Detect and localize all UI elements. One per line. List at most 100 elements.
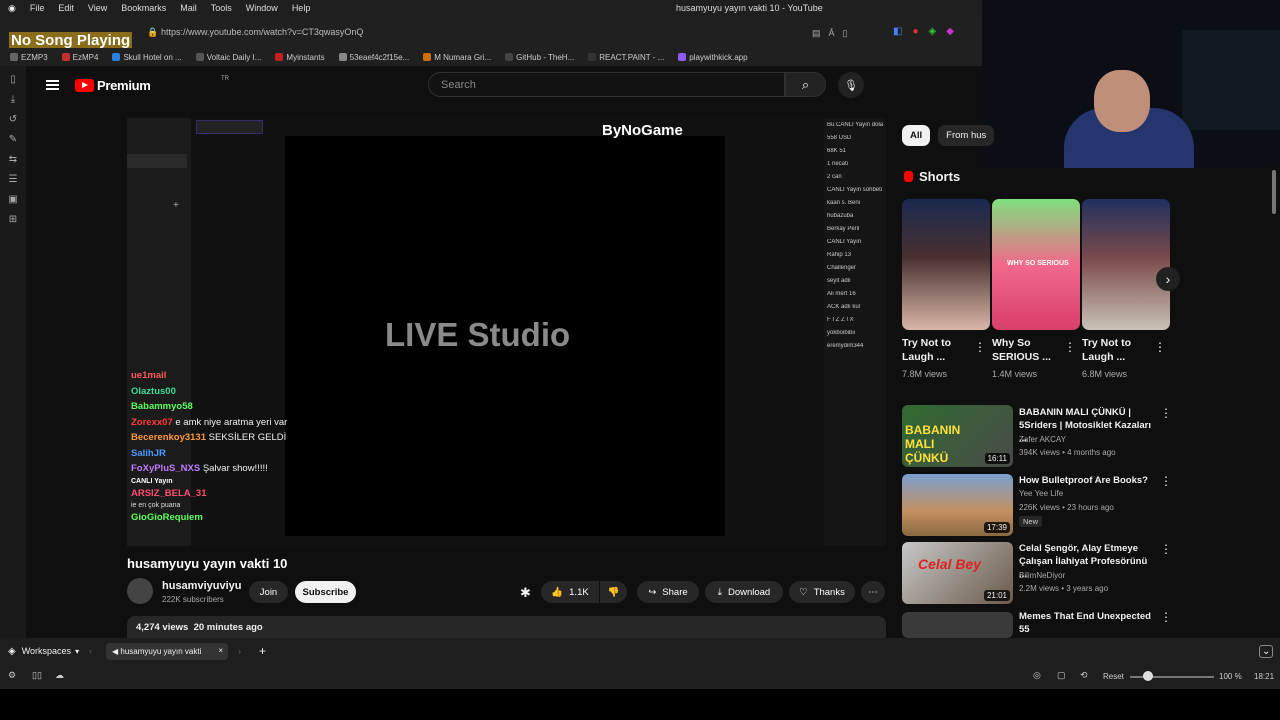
bookmark-panel-icon[interactable]: ▯: [10, 74, 16, 85]
youtube-logo[interactable]: Premium TR: [75, 76, 229, 93]
capture-icon[interactable]: ▣: [8, 194, 17, 205]
menu-hamburger-icon[interactable]: [46, 80, 59, 90]
chip-from-channel[interactable]: From hus: [938, 125, 995, 146]
browser-sidebar: ▯ ⤓ ↺ ✎ ⇆ ☰ ▣ ⊞: [0, 66, 26, 638]
tab-back-icon[interactable]: ‹: [89, 646, 92, 656]
close-tab-icon[interactable]: ×: [218, 646, 223, 655]
chip-all[interactable]: All: [902, 125, 931, 146]
short-title[interactable]: Why So SERIOUS ...: [992, 336, 1072, 364]
history-icon[interactable]: ↺: [9, 114, 17, 125]
short-menu-icon[interactable]: ⋮: [1154, 340, 1166, 354]
menu-window[interactable]: Window: [246, 3, 278, 13]
subscribe-button[interactable]: Subscribe: [295, 581, 356, 603]
extension-icons: ◧ ● ◈ ◆: [893, 26, 954, 37]
reading-list-icon[interactable]: ☰: [9, 174, 18, 185]
url-field[interactable]: https://www.youtube.com/watch?v=CT3qwasy…: [161, 27, 363, 37]
stream-chat-overlay: ue1mail Olaztus00 Babammyo58 Zorexx07 e …: [131, 368, 287, 526]
reader-icon[interactable]: ▤: [812, 28, 821, 39]
page-scrollbar[interactable]: [1268, 166, 1280, 638]
panel-icon[interactable]: ▯▯: [32, 670, 42, 681]
menu-view[interactable]: View: [88, 3, 107, 13]
description-box[interactable]: 4,274 views 20 minutes ago: [127, 616, 886, 638]
bookmark-item[interactable]: GitHub - TheH...: [505, 53, 574, 62]
video-title[interactable]: How Bulletproof Are Books?: [1019, 474, 1154, 487]
search-button[interactable]: ⌕: [785, 72, 826, 97]
video-menu-icon[interactable]: ⋮: [1160, 474, 1172, 488]
short-thumbnail[interactable]: [902, 199, 990, 330]
video-thumbnail[interactable]: BABANIN MALI ÇÜNKÜ 16:11: [902, 405, 1013, 467]
short-thumbnail[interactable]: [1082, 199, 1170, 330]
channel-name[interactable]: Yee Yee Life: [1019, 489, 1063, 498]
bookmark-item[interactable]: M Numara Gri...: [423, 53, 491, 62]
channel-name[interactable]: BilimNeDiyor: [1019, 571, 1065, 580]
page-actions-icon[interactable]: ⟲: [1080, 670, 1088, 681]
zoom-slider-thumb[interactable]: [1143, 671, 1153, 681]
app-menu-icon[interactable]: ◉: [8, 3, 16, 14]
video-thumbnail[interactable]: [902, 612, 1013, 638]
short-menu-icon[interactable]: ⋮: [974, 340, 986, 354]
more-actions-button[interactable]: ⋯: [861, 581, 885, 603]
dislike-button[interactable]: 👎: [600, 581, 627, 603]
browser-tab[interactable]: ◀ husamyuyu yayın vakti ×: [106, 643, 228, 660]
short-title[interactable]: Try Not to Laugh ...: [1082, 336, 1162, 364]
shorts-header: Shorts: [904, 169, 960, 184]
autodub-icon[interactable]: ✱: [520, 585, 531, 601]
video-title[interactable]: Memes That End Unexpected 55: [1019, 610, 1154, 636]
bookmark-item[interactable]: Skull Hotel on ...: [112, 53, 182, 62]
menu-edit[interactable]: Edit: [58, 3, 74, 13]
channel-name[interactable]: Zafer AKCAY: [1019, 435, 1066, 444]
extension-translate-icon[interactable]: ◧: [893, 26, 902, 37]
bookmark-item[interactable]: Voltaic Daily I...: [195, 53, 261, 62]
shorts-next-button[interactable]: ›: [1156, 267, 1180, 291]
menu-mail[interactable]: Mail: [180, 3, 197, 13]
download-button[interactable]: ⤓ Download: [705, 581, 783, 603]
menu-tools[interactable]: Tools: [211, 3, 232, 13]
menu-bookmarks[interactable]: Bookmarks: [121, 3, 166, 13]
bookmark-item[interactable]: REACT.PAINT - ...: [588, 53, 664, 62]
chevron-down-icon[interactable]: ▾: [75, 647, 79, 656]
sync-icon[interactable]: ⚙: [8, 670, 16, 681]
menu-file[interactable]: File: [30, 3, 45, 13]
bookmark-label: 53eaef4c2f15e...: [349, 52, 410, 62]
add-panel-icon[interactable]: ⊞: [9, 214, 17, 225]
new-tab-icon[interactable]: +: [259, 644, 266, 658]
bookmark-icon[interactable]: ▯: [843, 28, 848, 39]
video-menu-icon[interactable]: ⋮: [1160, 542, 1172, 556]
workspaces-button[interactable]: Workspaces: [22, 646, 71, 656]
scrollbar-thumb[interactable]: [1272, 170, 1276, 214]
extension-record-icon[interactable]: ●: [912, 26, 918, 37]
tab-forward-icon[interactable]: ›: [238, 646, 241, 656]
video-menu-icon[interactable]: ⋮: [1160, 406, 1172, 420]
short-title[interactable]: Try Not to Laugh ...: [902, 336, 982, 364]
notes-icon[interactable]: ✎: [9, 134, 17, 145]
share-button[interactable]: ↪ Share: [637, 581, 699, 603]
short-thumbnail[interactable]: WHY SO SERIOUS: [992, 199, 1080, 330]
translate-icon[interactable]: Ā: [829, 28, 835, 39]
thanks-button[interactable]: ♡ Thanks: [789, 581, 855, 603]
video-thumbnail[interactable]: Celal Bey 21:01: [902, 542, 1013, 604]
bookmark-item[interactable]: EZMP3: [10, 53, 48, 62]
bookmark-item[interactable]: EzMP4: [61, 53, 98, 62]
short-menu-icon[interactable]: ⋮: [1064, 340, 1076, 354]
video-menu-icon[interactable]: ⋮: [1160, 610, 1172, 624]
download-icon[interactable]: ⤓: [11, 94, 15, 105]
channel-name[interactable]: husamviyuviyu: [162, 580, 241, 592]
channel-avatar[interactable]: [127, 578, 153, 604]
translate-panel-icon[interactable]: ⇆: [9, 154, 17, 165]
bookmark-item[interactable]: playwithkick.app: [678, 53, 748, 62]
join-button[interactable]: Join: [249, 581, 288, 603]
extension-purple-icon[interactable]: ◆: [946, 26, 954, 37]
cloud-icon[interactable]: ☁: [55, 670, 64, 681]
bookmark-item[interactable]: 53eaef4c2f15e...: [338, 52, 410, 62]
tile-icon[interactable]: ▢: [1057, 670, 1066, 681]
zoom-reset-button[interactable]: Reset: [1103, 672, 1124, 681]
search-input[interactable]: Search: [428, 72, 785, 97]
menu-help[interactable]: Help: [292, 3, 311, 13]
like-button[interactable]: 👍 1.1K: [541, 581, 599, 603]
capture-tool-icon[interactable]: ◎: [1033, 670, 1041, 681]
bookmark-item[interactable]: Myinstants: [275, 53, 325, 62]
extension-shield-icon[interactable]: ◈: [929, 26, 937, 37]
panel-toggle-icon[interactable]: ⌄: [1259, 644, 1274, 658]
video-thumbnail[interactable]: 17:39: [902, 474, 1013, 536]
voice-search-button[interactable]: 🎙: [838, 72, 864, 98]
